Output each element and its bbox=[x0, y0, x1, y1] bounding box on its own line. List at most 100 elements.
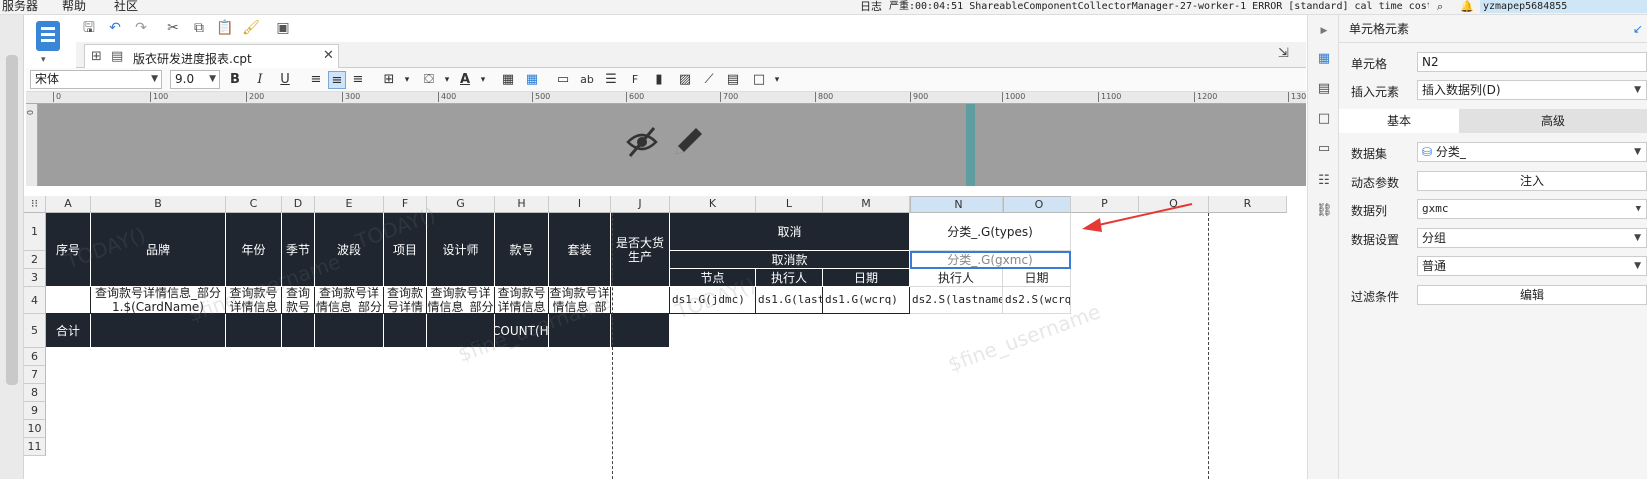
chevron-down-icon[interactable]: ▾ bbox=[768, 71, 786, 89]
italic-icon[interactable]: I bbox=[251, 71, 269, 89]
chevron-down-icon[interactable]: ▾ bbox=[474, 71, 492, 89]
table-icon[interactable]: ▦ bbox=[523, 71, 541, 89]
rich-text-icon[interactable]: ☰ bbox=[602, 71, 620, 89]
column-header-k[interactable]: K bbox=[670, 196, 756, 213]
data-setting-select[interactable]: 分组 ▼ bbox=[1417, 228, 1647, 248]
menu-help[interactable]: 帮助 bbox=[62, 0, 86, 13]
float-element-icon[interactable]: □ bbox=[1316, 111, 1332, 127]
chevron-right-icon[interactable]: ▶ bbox=[1316, 23, 1332, 39]
row-header-3[interactable]: 3 bbox=[24, 269, 46, 287]
cell-a5[interactable]: 合计 bbox=[46, 314, 91, 348]
cell-k2[interactable]: 取消款 bbox=[670, 251, 910, 269]
user-name[interactable]: yzmapep5684855 bbox=[1480, 0, 1647, 13]
filter-edit-button[interactable]: 编辑 bbox=[1417, 285, 1647, 305]
cell-d4[interactable]: 查询款号 bbox=[282, 287, 315, 314]
column-header-m[interactable]: M bbox=[823, 196, 910, 213]
cell-a1[interactable]: 序号 bbox=[46, 213, 91, 287]
underline-icon[interactable]: U bbox=[276, 71, 294, 89]
close-icon[interactable]: ✕ bbox=[323, 48, 334, 63]
cell-h1[interactable]: 款号 bbox=[495, 213, 549, 287]
column-header-n[interactable]: N bbox=[910, 196, 1003, 213]
bold-icon[interactable]: B bbox=[226, 71, 244, 89]
cell-input[interactable]: N2 bbox=[1417, 52, 1647, 72]
chart-icon[interactable]: ▮ bbox=[650, 71, 668, 89]
row-header-8[interactable]: 8 bbox=[24, 384, 46, 402]
sub-report-icon[interactable]: ▤ bbox=[724, 71, 742, 89]
search-icon[interactable]: ⌕ bbox=[1437, 0, 1443, 13]
cell-g5[interactable] bbox=[427, 314, 495, 348]
cell-k3[interactable]: 节点 bbox=[670, 269, 756, 287]
eye-off-icon[interactable] bbox=[626, 127, 658, 157]
column-header-j[interactable]: J bbox=[611, 196, 670, 213]
cell-h5[interactable]: =COUNT(H4) bbox=[495, 314, 549, 348]
column-header-d[interactable]: D bbox=[282, 196, 315, 213]
preview-icon[interactable]: ▣ bbox=[274, 19, 292, 37]
file-tab[interactable]: ⊞ ▤ 版衣研发进度报表.cpt ✕ bbox=[84, 44, 339, 68]
merge-icon[interactable]: ▦ bbox=[499, 71, 517, 89]
menu-server[interactable]: 服务器 bbox=[2, 0, 38, 13]
cell-i4[interactable]: 查询款号详情信息_部 bbox=[549, 287, 611, 314]
cell-e4[interactable]: 查询款号详情信息_部分 bbox=[315, 287, 384, 314]
column-header-e[interactable]: E bbox=[315, 196, 384, 213]
cell-l4[interactable]: ds1.G(lastname) bbox=[756, 287, 823, 314]
chevron-down-icon[interactable]: ▾ bbox=[41, 55, 46, 65]
save-icon[interactable]: 🖫 bbox=[80, 19, 98, 37]
align-center-icon[interactable]: ≡ bbox=[328, 71, 346, 89]
image-icon[interactable]: ▨ bbox=[676, 71, 694, 89]
tab-advanced[interactable]: 高级 bbox=[1459, 109, 1647, 133]
font-color-icon[interactable]: A bbox=[456, 71, 474, 89]
cell-c4[interactable]: 查询款号详情信息 bbox=[226, 287, 282, 314]
row-header-10[interactable]: 10 bbox=[24, 420, 46, 438]
cell-k1[interactable]: 取消 bbox=[670, 213, 910, 251]
column-header-b[interactable]: B bbox=[91, 196, 226, 213]
insert-label-icon[interactable]: ab bbox=[578, 71, 596, 89]
cell-g1[interactable]: 设计师 bbox=[427, 213, 495, 287]
cell-d1[interactable]: 季节 bbox=[282, 213, 315, 287]
copy-icon[interactable]: ⧉ bbox=[190, 19, 208, 37]
align-left-icon[interactable]: ≡ bbox=[307, 71, 325, 89]
row-header-11[interactable]: 11 bbox=[24, 438, 46, 456]
cell-style-icon[interactable]: □ bbox=[750, 71, 768, 89]
select-all-corner[interactable]: ⁝⁝ bbox=[24, 196, 46, 213]
format-painter-icon[interactable]: 🖌 bbox=[242, 19, 260, 37]
cell-j1[interactable]: 是否大货生产 bbox=[611, 213, 670, 287]
column-header-l[interactable]: L bbox=[756, 196, 823, 213]
cell-j5[interactable] bbox=[611, 314, 670, 348]
cut-icon[interactable]: ✂ bbox=[164, 19, 182, 37]
row-header-2[interactable]: 2 bbox=[24, 251, 46, 269]
cell-b5[interactable] bbox=[91, 314, 226, 348]
row-header-5[interactable]: 5 bbox=[24, 314, 46, 348]
column-header-o[interactable]: O bbox=[1003, 196, 1071, 213]
column-header-a[interactable]: A bbox=[46, 196, 91, 213]
chevron-down-icon[interactable]: ▾ bbox=[438, 71, 456, 89]
paste-icon[interactable]: 📋 bbox=[216, 19, 234, 37]
cell-i1[interactable]: 套装 bbox=[549, 213, 611, 287]
cell-f4[interactable]: 查询款号详情 bbox=[384, 287, 427, 314]
template-icon[interactable]: ▾ bbox=[26, 15, 76, 65]
cell-j4[interactable] bbox=[611, 287, 670, 314]
left-scrollbar[interactable] bbox=[6, 55, 18, 385]
cell-b4[interactable]: 查询款号详情信息_部分1.$(CardName) bbox=[91, 287, 226, 314]
row-header-9[interactable]: 9 bbox=[24, 402, 46, 420]
pencil-icon[interactable] bbox=[676, 128, 702, 154]
cell-i5[interactable] bbox=[549, 314, 611, 348]
spreadsheet-grid[interactable]: ⁝⁝ ABCDEFGHIJKLMNOPQR 1 2 3 4 5 6 7 8 9 10 11 序号 品牌… bbox=[24, 196, 1307, 479]
cell-n3[interactable]: 执行人 bbox=[910, 269, 1003, 287]
column-header-r[interactable]: R bbox=[1209, 196, 1287, 213]
link-icon[interactable]: ⛓ bbox=[1316, 203, 1333, 219]
cell-c1[interactable]: 年份 bbox=[226, 213, 282, 287]
cell-f5[interactable] bbox=[384, 314, 427, 348]
cell-n1[interactable]: 分类_.G(types) bbox=[910, 213, 1071, 251]
inject-button[interactable]: 注入 bbox=[1417, 171, 1647, 191]
column-header-g[interactable]: G bbox=[427, 196, 495, 213]
row-header-7[interactable]: 7 bbox=[24, 366, 46, 384]
cell-m4[interactable]: ds1.G(wcrq) bbox=[823, 287, 910, 314]
cell-a4[interactable] bbox=[46, 287, 91, 314]
formula-icon[interactable]: F bbox=[626, 71, 644, 89]
data-column-select[interactable]: gxmc ▼ bbox=[1417, 199, 1647, 219]
fill-color-icon[interactable]: ⛋ bbox=[420, 71, 438, 89]
dataset-select[interactable]: ⛁ 分类_ ▼ bbox=[1417, 142, 1647, 162]
widget-icon[interactable]: ▭ bbox=[1316, 141, 1332, 157]
data-setting-select-2[interactable]: 普通 ▼ bbox=[1417, 256, 1647, 276]
tab-menu-icon[interactable]: ⇲ bbox=[1278, 46, 1289, 61]
